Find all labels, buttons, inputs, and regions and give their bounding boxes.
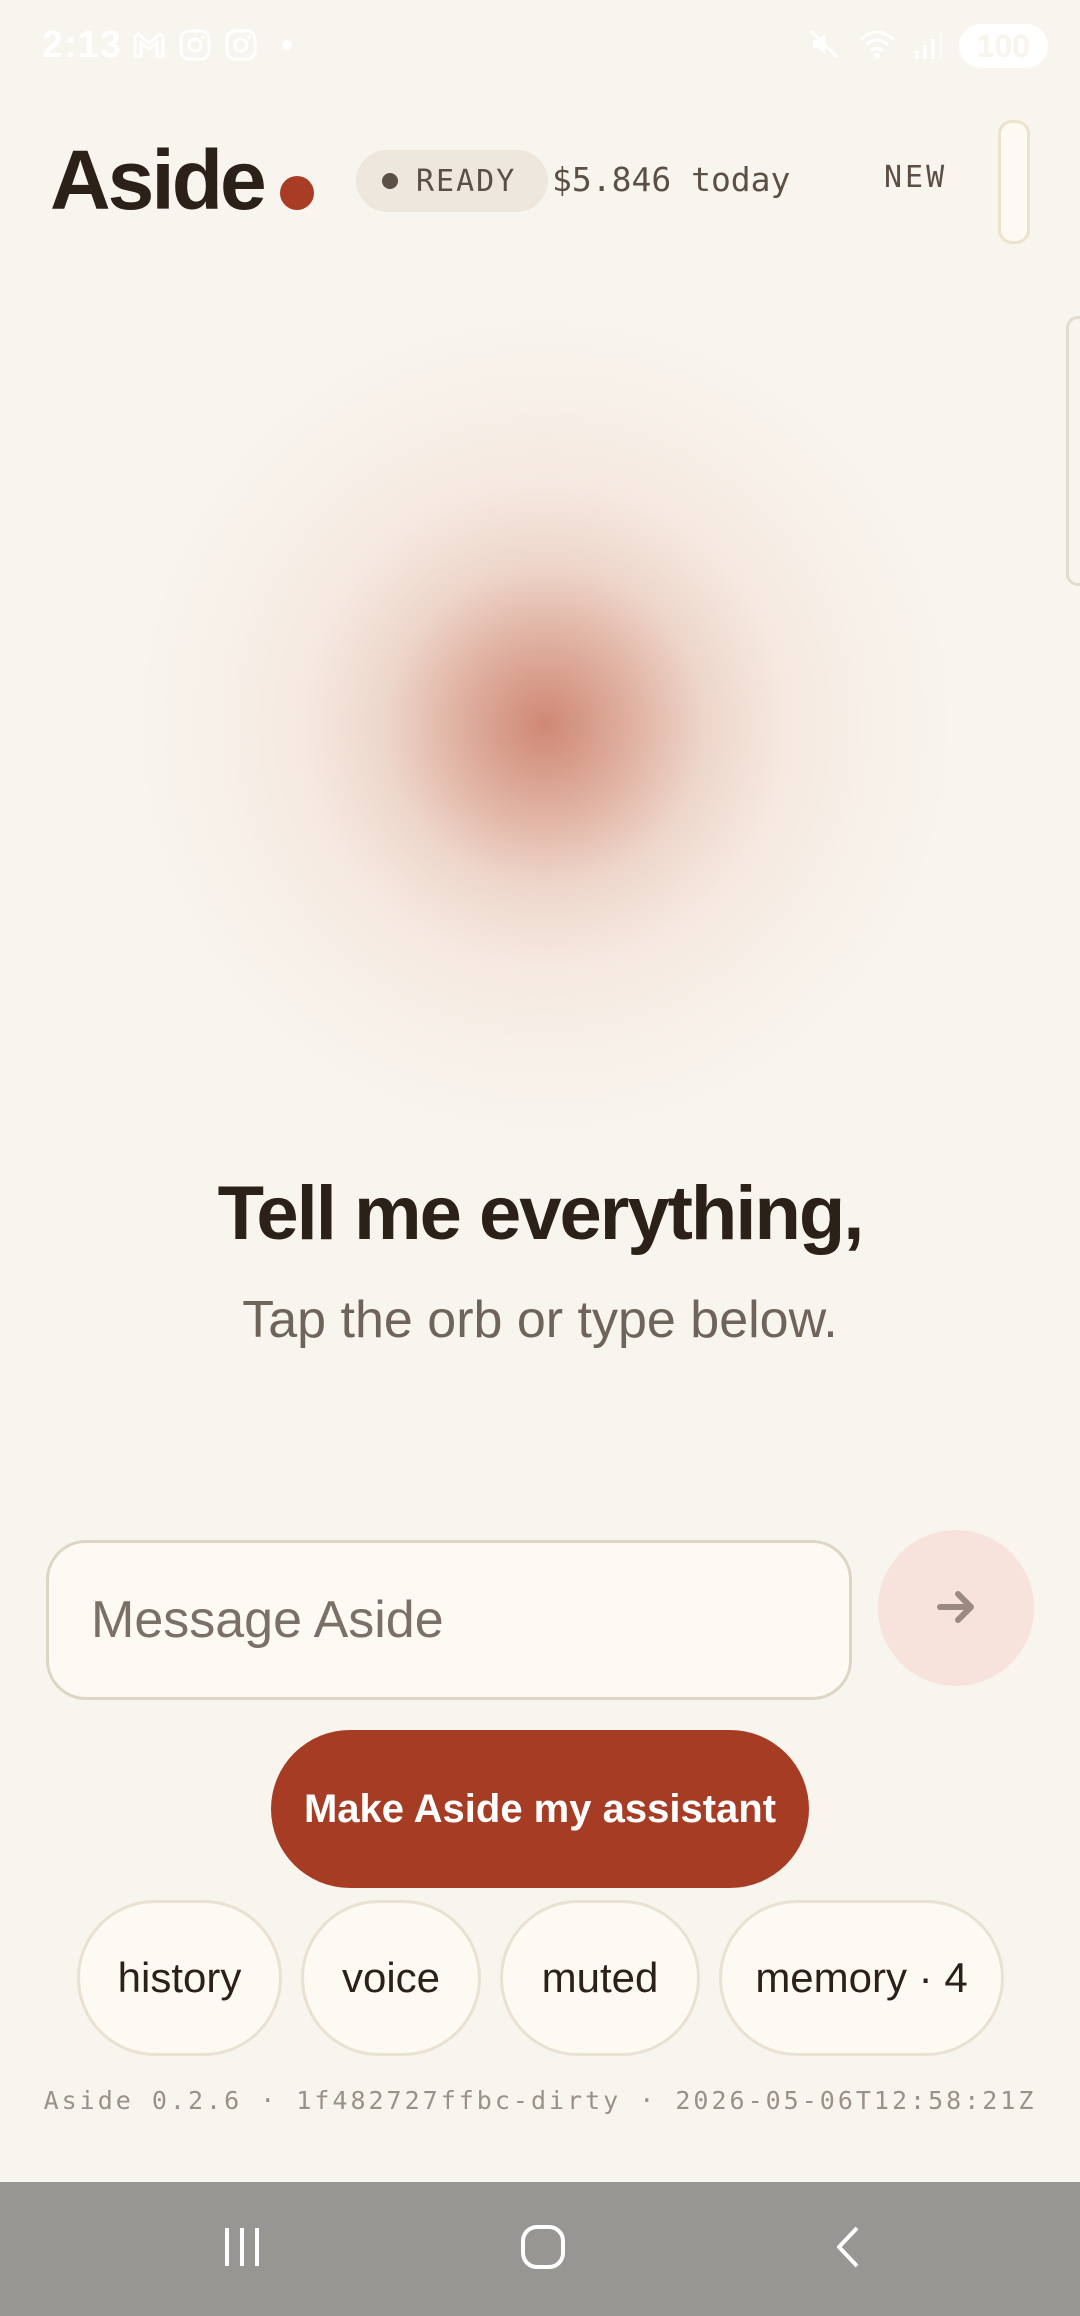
chip-history[interactable]: history	[77, 1900, 282, 2056]
recents-button[interactable]	[202, 2212, 282, 2286]
new-button[interactable]: NEW	[884, 160, 947, 195]
system-status: 100	[807, 24, 1048, 68]
chip-label: history	[117, 1954, 242, 2001]
hero-subtitle: Tap the orb or type below.	[242, 1291, 838, 1349]
send-button[interactable]	[878, 1530, 1034, 1686]
status-label: READY	[416, 163, 517, 199]
make-assistant-button[interactable]: Make Aside my assistant	[271, 1730, 809, 1888]
voice-orb[interactable]	[140, 320, 950, 1130]
status-time: 2:13	[42, 24, 123, 66]
chip-memory[interactable]: memory · 4	[719, 1900, 1004, 2056]
chip-label: muted	[541, 1954, 659, 2001]
mute-icon	[807, 27, 841, 66]
chip-voice[interactable]: voice	[301, 1900, 481, 2056]
recents-icon	[217, 2222, 267, 2277]
status-bar: 2:13 100	[0, 0, 1080, 96]
arrow-right-icon	[932, 1583, 980, 1634]
status-badge: READY	[356, 150, 548, 212]
wifi-icon	[857, 27, 897, 66]
battery-icon: 100	[958, 24, 1048, 68]
message-input[interactable]	[46, 1540, 852, 1700]
chip-muted[interactable]: muted	[500, 1900, 700, 2056]
brand-title: Aside	[50, 133, 267, 227]
chip-label: voice	[341, 1954, 441, 2001]
brand-dot	[280, 176, 314, 210]
back-icon	[823, 2222, 873, 2277]
edge-panel-handle[interactable]	[1066, 316, 1080, 586]
home-icon	[517, 2221, 569, 2278]
status-dot-icon	[382, 173, 398, 189]
signal-icon	[913, 27, 943, 66]
build-info: Aside 0.2.6 · 1f482727ffbc-dirty · 2026-…	[43, 2086, 1037, 2115]
hero-title: Tell me everything,	[217, 1171, 865, 1256]
instagram-icon	[224, 28, 258, 62]
side-toggle-handle[interactable]	[998, 120, 1030, 244]
dot-icon	[270, 28, 304, 62]
battery-level: 100	[976, 27, 1030, 64]
chip-label: memory · 4	[755, 1954, 968, 2001]
cost-today: $5.846 today	[552, 160, 791, 199]
back-button[interactable]	[808, 2212, 888, 2286]
gmail-icon	[132, 28, 166, 62]
notification-icons	[132, 28, 304, 62]
home-button[interactable]	[503, 2212, 583, 2286]
instagram-icon	[178, 28, 212, 62]
system-nav-bar	[0, 2182, 1080, 2316]
